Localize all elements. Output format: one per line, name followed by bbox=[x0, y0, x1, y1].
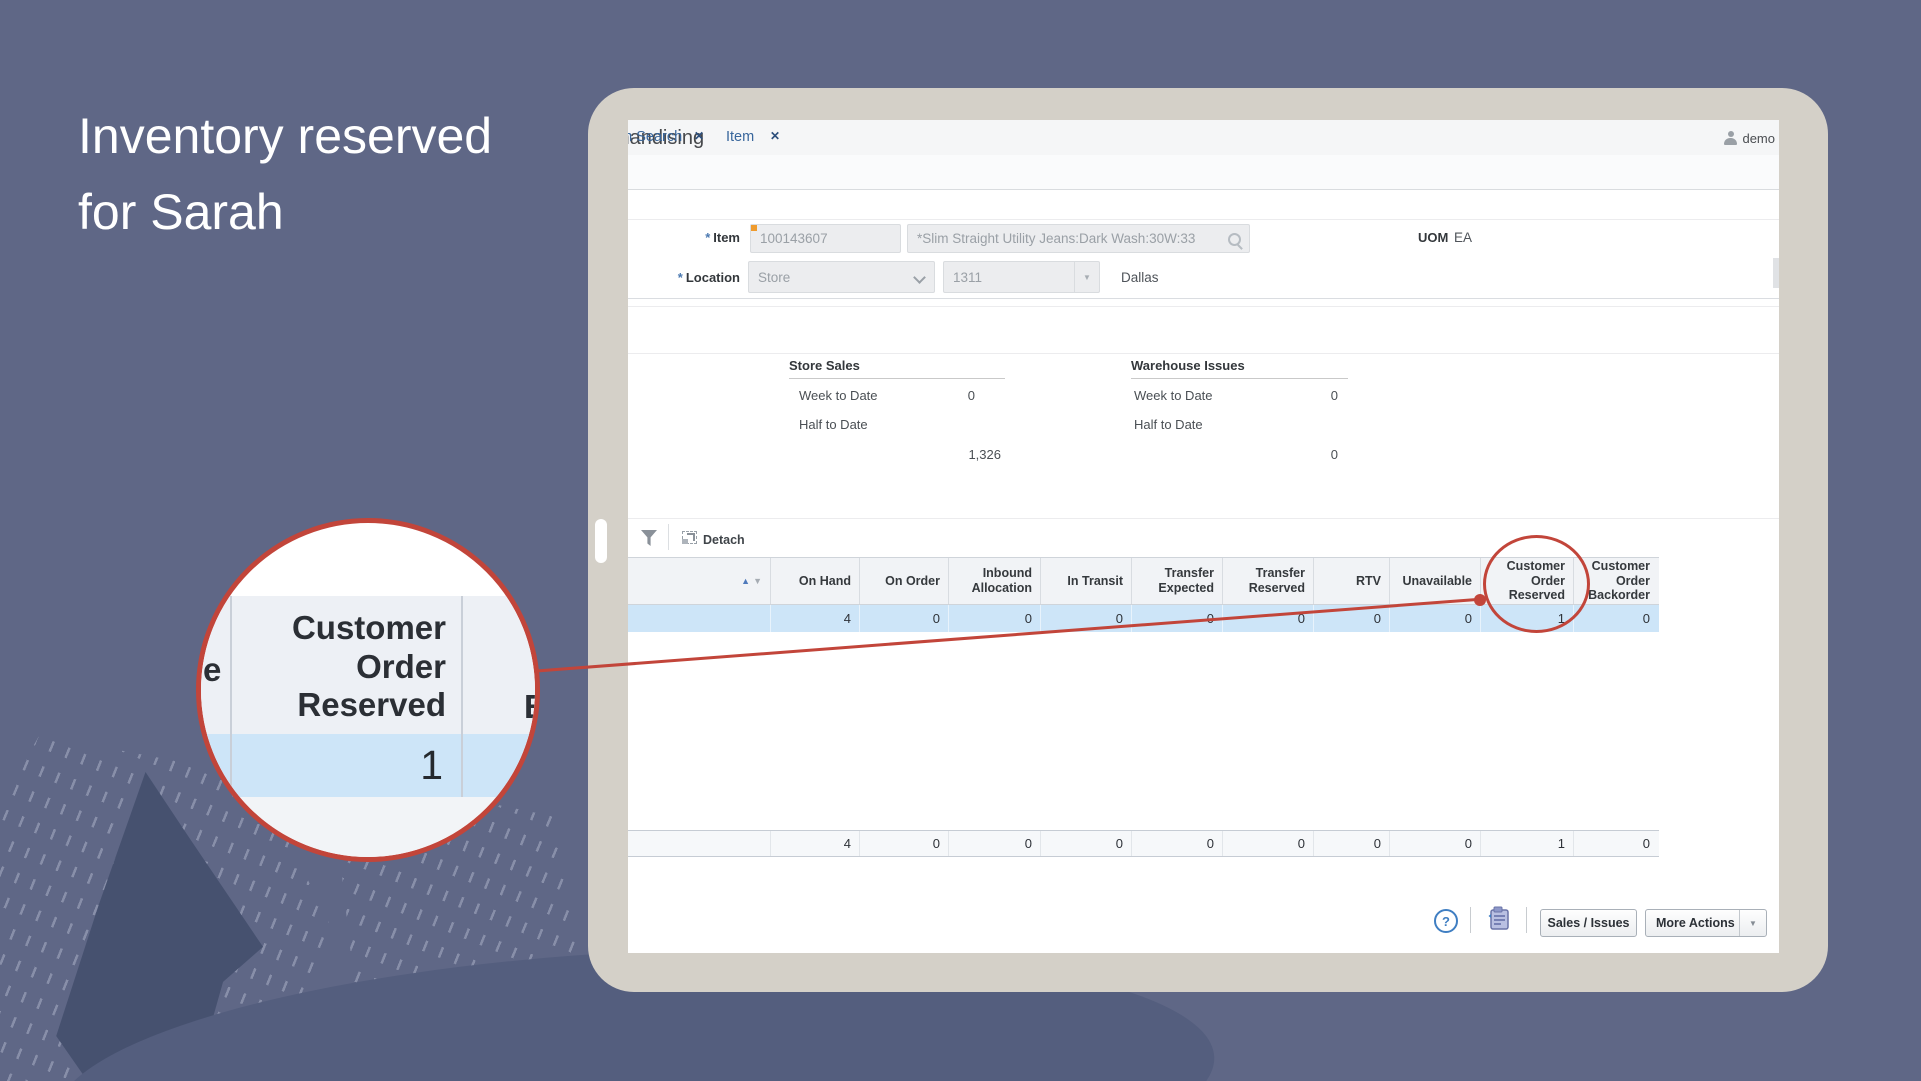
help-icon[interactable]: ? bbox=[1434, 909, 1458, 933]
warehouse-issues-htd-label: Half to Date bbox=[1134, 417, 1203, 432]
uom-label: UOM bbox=[1418, 230, 1448, 245]
changed-indicator bbox=[751, 225, 757, 231]
warehouse-issues-wtd-value: 0 bbox=[1248, 388, 1338, 403]
item-description-field[interactable]: *Slim Straight Utility Jeans:Dark Wash:3… bbox=[907, 224, 1250, 253]
magnified-column-header: Customer Order Reserved bbox=[230, 609, 446, 725]
detach-button[interactable]: Detach bbox=[703, 533, 745, 547]
sort-descending-icon[interactable]: ▼ bbox=[753, 577, 762, 586]
table-summary-row: 4 0 0 0 0 0 0 0 1 0 bbox=[628, 830, 1659, 857]
tablet-side-button bbox=[595, 519, 607, 563]
item-label: *Item bbox=[628, 230, 740, 245]
column-header-transfer-reserved[interactable]: Transfer Reserved bbox=[1223, 558, 1314, 604]
item-number-field[interactable]: 100143607 bbox=[750, 224, 901, 253]
location-type-value: Store bbox=[758, 270, 790, 285]
summary-customer-order-reserved: 1 bbox=[1481, 831, 1574, 856]
warehouse-issues-wtd-label: Week to Date bbox=[1134, 388, 1213, 403]
column-header-unavailable[interactable]: Unavailable bbox=[1390, 558, 1481, 604]
summary-on-order: 0 bbox=[860, 831, 949, 856]
tab-item[interactable]: Item bbox=[726, 129, 754, 145]
summary-in-transit: 0 bbox=[1041, 831, 1132, 856]
magnifier-callout: Customer Order Reserved e B 1 bbox=[196, 518, 540, 862]
more-actions-button[interactable]: More Actions ▼ bbox=[1645, 909, 1767, 937]
summary-customer-order-backorder: 0 bbox=[1574, 831, 1658, 856]
magnified-left-fragment: e bbox=[203, 651, 221, 689]
summary-transfer-reserved: 0 bbox=[1223, 831, 1314, 856]
magnified-right-fragment: B bbox=[524, 688, 540, 726]
magnified-reserved-value: 1 bbox=[230, 742, 443, 789]
magnified-body bbox=[201, 797, 535, 857]
tab-item-close-icon[interactable]: ✕ bbox=[770, 129, 780, 143]
summary-transfer-expected: 0 bbox=[1132, 831, 1223, 856]
location-number-combo[interactable]: 1311 ▼ bbox=[943, 261, 1100, 293]
cell-on-order: 0 bbox=[860, 605, 949, 632]
sales-issues-button[interactable]: Sales / Issues bbox=[1540, 909, 1637, 937]
tab-item-search-close-icon[interactable]: ✕ bbox=[694, 129, 704, 143]
store-sales-htd-label: Half to Date bbox=[799, 417, 868, 432]
required-marker: * bbox=[705, 230, 710, 245]
column-header-rtv[interactable]: RTV bbox=[1314, 558, 1390, 604]
store-sales-extra-value: 1,326 bbox=[911, 447, 1001, 462]
summary-on-hand: 4 bbox=[771, 831, 860, 856]
store-sales-wtd-value: 0 bbox=[885, 388, 975, 403]
more-actions-arrow-icon[interactable]: ▼ bbox=[1739, 910, 1766, 936]
column-header-on-order[interactable]: On Order bbox=[860, 558, 949, 604]
location-type-select[interactable]: Store bbox=[748, 261, 935, 293]
store-sales-title: Store Sales bbox=[789, 358, 860, 373]
item-description-value: *Slim Straight Utility Jeans:Dark Wash:3… bbox=[917, 231, 1195, 246]
app-header bbox=[628, 120, 1779, 156]
chevron-down-icon bbox=[913, 271, 926, 284]
cell-inbound-allocation: 0 bbox=[949, 605, 1041, 632]
tab-bar bbox=[628, 155, 1779, 190]
sort-ascending-icon[interactable]: ▲ bbox=[741, 577, 750, 586]
warehouse-issues-title: Warehouse Issues bbox=[1131, 358, 1245, 373]
scrollbar-thumb[interactable] bbox=[1773, 258, 1779, 288]
cell-unavailable: 0 bbox=[1390, 605, 1481, 632]
notes-icon[interactable] bbox=[1488, 906, 1512, 937]
user-icon bbox=[1724, 131, 1737, 145]
column-header-in-transit[interactable]: In Transit bbox=[1041, 558, 1132, 604]
location-label: *Location bbox=[628, 270, 740, 285]
user-menu[interactable]: demo bbox=[1724, 129, 1775, 147]
user-name: demo bbox=[1742, 131, 1775, 146]
app-window: Merchandising demo Item Search ✕ Item ✕ … bbox=[628, 120, 1779, 953]
slide-title: Inventory reserved for Sarah bbox=[78, 98, 498, 250]
detach-icon bbox=[682, 531, 697, 544]
warehouse-issues-extra-value: 0 bbox=[1248, 447, 1338, 462]
filter-icon[interactable] bbox=[641, 530, 657, 546]
column-header-on-hand[interactable]: On Hand bbox=[771, 558, 860, 604]
summary-rtv: 0 bbox=[1314, 831, 1390, 856]
search-icon[interactable] bbox=[1228, 233, 1241, 246]
dropdown-arrow-icon[interactable]: ▼ bbox=[1074, 262, 1099, 292]
column-header-inbound-allocation[interactable]: Inbound Allocation bbox=[949, 558, 1041, 604]
column-header-transfer-expected[interactable]: Transfer Expected bbox=[1132, 558, 1223, 604]
location-name: Dallas bbox=[1121, 270, 1159, 285]
slide: Inventory reserved for Sarah Merchandisi… bbox=[0, 0, 1921, 1081]
summary-unavailable: 0 bbox=[1390, 831, 1481, 856]
callout-highlight-ellipse bbox=[1483, 535, 1590, 633]
tab-item-search[interactable]: Item Search bbox=[628, 129, 682, 145]
location-number-value: 1311 bbox=[953, 270, 982, 285]
required-marker: * bbox=[678, 270, 683, 285]
table-corner-cell: ▲ ▼ bbox=[628, 558, 771, 604]
store-sales-wtd-label: Week to Date bbox=[799, 388, 878, 403]
summary-inbound-allocation: 0 bbox=[949, 831, 1041, 856]
uom-value: EA bbox=[1454, 230, 1472, 245]
cell-customer-order-backorder: 0 bbox=[1574, 605, 1658, 632]
item-number-value: 100143607 bbox=[760, 231, 828, 246]
cell-on-hand: 4 bbox=[771, 605, 860, 632]
